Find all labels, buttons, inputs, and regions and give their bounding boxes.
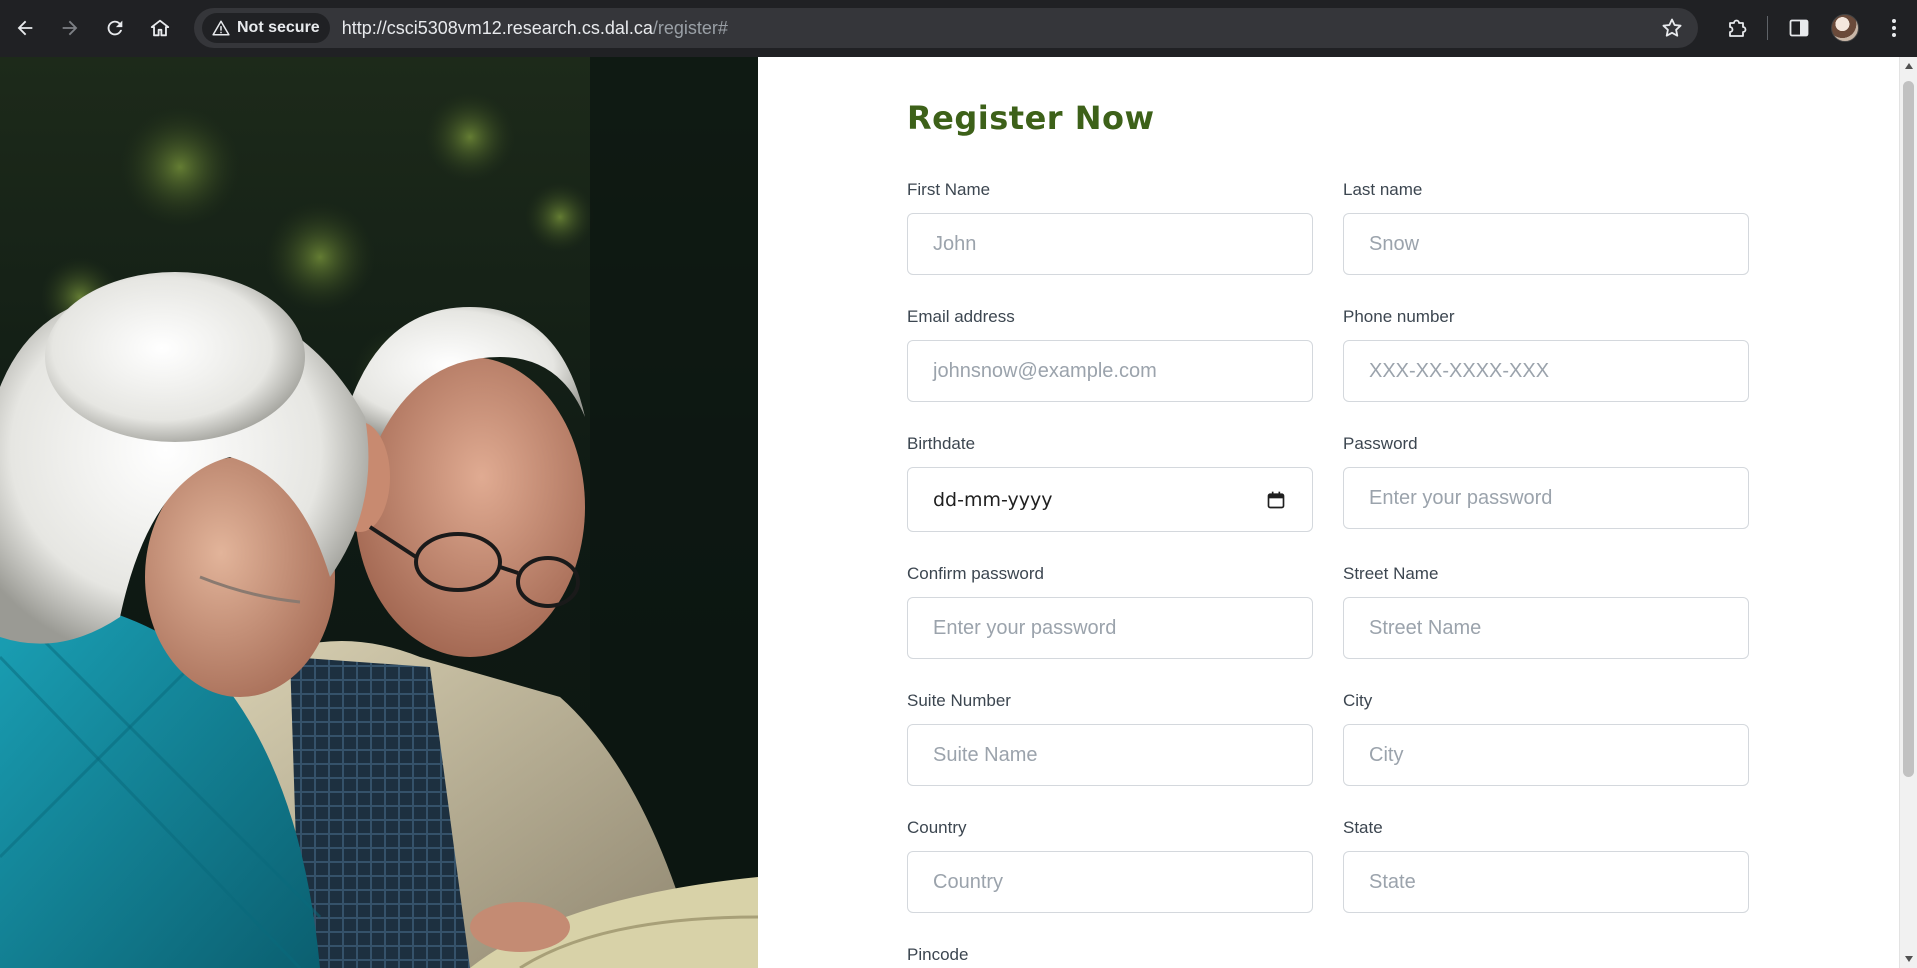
arrow-right-icon [62, 20, 78, 36]
street-input[interactable]: Street Name [1343, 597, 1749, 659]
email-group: Email address johnsnow@example.com [907, 305, 1313, 402]
confirm-password-input[interactable]: Enter your password [907, 597, 1313, 659]
birthdate-value: dd-mm-yyyy [933, 488, 1053, 511]
country-label: Country [907, 818, 967, 837]
city-group: City City [1343, 689, 1749, 786]
side-panel-icon [1789, 19, 1809, 37]
city-label: City [1343, 691, 1373, 710]
state-label: State [1343, 818, 1383, 837]
state-input[interactable]: State [1343, 851, 1749, 913]
home-icon [150, 19, 170, 37]
first-name-input[interactable]: John [907, 213, 1313, 275]
confirm-password-label: Confirm password [907, 564, 1044, 583]
confirm-password-group: Confirm password Enter your password [907, 562, 1313, 659]
url-text[interactable]: http://csci5308vm12.research.cs.dal.ca/r… [342, 18, 728, 39]
scroll-thumb[interactable] [1903, 81, 1914, 777]
forward-button[interactable] [52, 10, 88, 46]
browser-menu-button[interactable] [1880, 14, 1908, 42]
arrow-left-icon [17, 20, 33, 36]
last-name-label: Last name [1343, 180, 1423, 199]
first-name-label: First Name [907, 180, 991, 199]
phone-label: Phone number [1343, 307, 1455, 326]
toolbar-separator [1767, 16, 1768, 40]
street-label: Street Name [1343, 564, 1439, 583]
calendar-icon[interactable] [1266, 490, 1286, 510]
back-button[interactable] [7, 10, 43, 46]
security-indicator[interactable]: Not secure [202, 13, 330, 43]
email-input[interactable]: johnsnow@example.com [907, 340, 1313, 402]
phone-input[interactable]: XXX-XX-XXXX-XXX [1343, 340, 1749, 402]
home-button[interactable] [142, 10, 178, 46]
phone-group: Phone number XXX-XX-XXXX-XXX [1343, 305, 1749, 402]
country-input[interactable]: Country [907, 851, 1313, 913]
state-group: State State [1343, 816, 1749, 913]
kebab-menu-icon [1892, 19, 1896, 37]
suite-group: Suite Number Suite Name [907, 689, 1313, 786]
browser-toolbar: Not secure http://csci5308vm12.research.… [0, 0, 1917, 57]
password-label: Password [1343, 434, 1418, 453]
elderly-couple-illustration [0, 57, 758, 968]
first-name-group: First Name John [907, 178, 1313, 275]
birthdate-input[interactable]: dd-mm-yyyy [907, 467, 1313, 532]
pincode-group: Pincode [907, 943, 1313, 967]
suite-label: Suite Number [907, 691, 1011, 710]
side-panel-button[interactable] [1785, 14, 1813, 42]
url-path: /register# [652, 17, 728, 38]
city-input[interactable]: City [1343, 724, 1749, 786]
address-bar[interactable]: Not secure http://csci5308vm12.research.… [194, 8, 1698, 48]
page-title: Register Now [907, 99, 1155, 137]
street-group: Street Name Street Name [1343, 562, 1749, 659]
password-group: Password Enter your password [1343, 432, 1749, 529]
birthdate-group: Birthdate dd-mm-yyyy [907, 432, 1313, 532]
last-name-group: Last name Snow [1343, 178, 1749, 275]
register-panel: Register Now First Name John Last name S… [758, 57, 1899, 968]
email-label: Email address [907, 307, 1015, 326]
last-name-input[interactable]: Snow [1343, 213, 1749, 275]
scroll-down-arrow-icon[interactable] [1905, 956, 1913, 962]
security-label: Not secure [237, 19, 320, 36]
reload-icon [107, 20, 123, 36]
puzzle-icon [1729, 19, 1747, 37]
extensions-button[interactable] [1723, 14, 1751, 42]
suite-input[interactable]: Suite Name [907, 724, 1313, 786]
warning-icon [212, 20, 230, 36]
profile-avatar[interactable] [1831, 14, 1859, 42]
reload-button[interactable] [97, 10, 133, 46]
scroll-up-arrow-icon[interactable] [1905, 63, 1913, 69]
country-group: Country Country [907, 816, 1313, 913]
hero-photo [0, 57, 758, 968]
page-scrollbar[interactable] [1899, 57, 1917, 968]
url-host: http://csci5308vm12.research.cs.dal.ca [341, 17, 653, 38]
password-input[interactable]: Enter your password [1343, 467, 1749, 529]
pincode-label: Pincode [907, 945, 969, 964]
birthdate-label: Birthdate [907, 434, 976, 453]
bookmark-star-icon[interactable] [1660, 16, 1684, 40]
